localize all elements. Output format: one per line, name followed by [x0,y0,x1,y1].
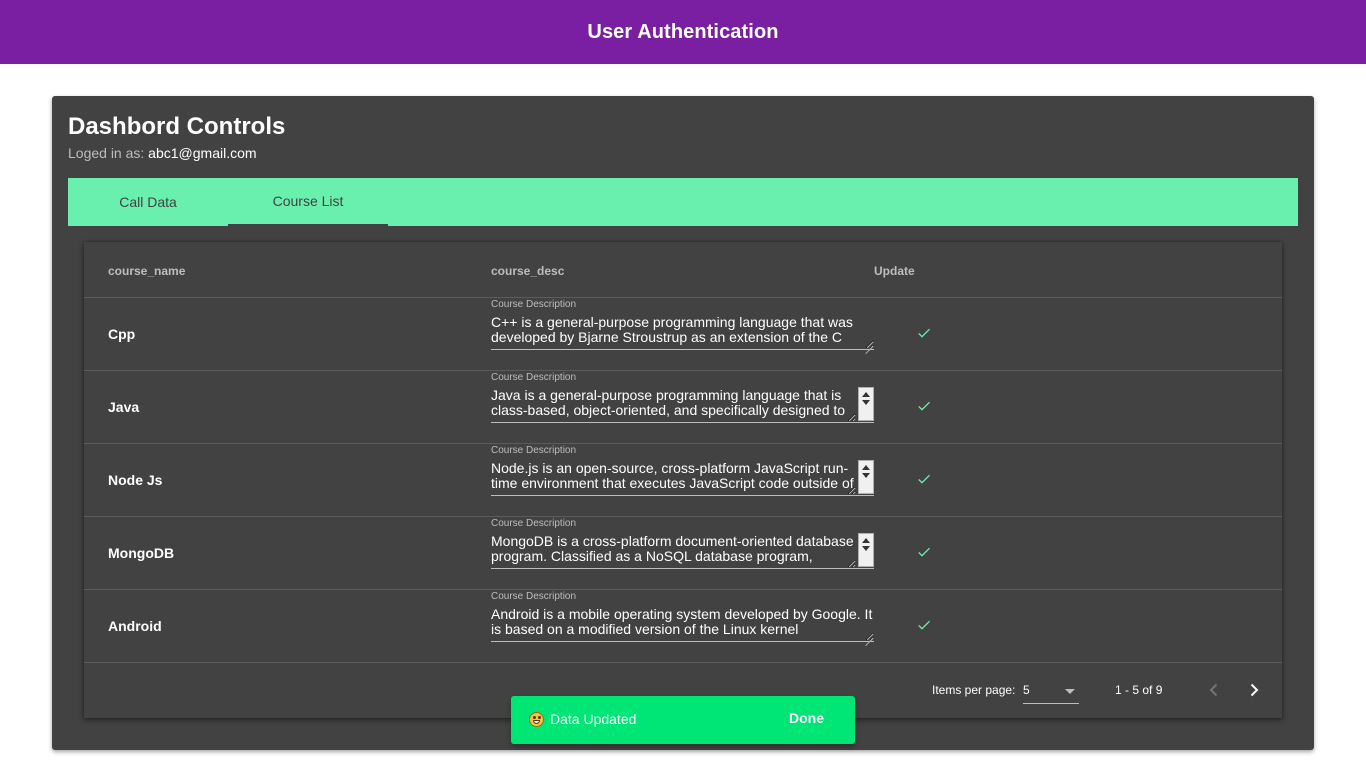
chevron-right-icon[interactable] [1236,674,1272,706]
course-name: Android [108,618,162,634]
items-per-page-value: 5 [1023,683,1030,697]
scroll-down-icon[interactable] [862,400,870,405]
top-toolbar: User Authentication [0,0,1366,64]
page-range: 1 - 5 of 9 [1115,683,1163,697]
field-label: Course Description [491,372,577,383]
check-icon[interactable] [916,398,932,414]
snackbar-done-button[interactable]: Done [789,710,824,726]
resize-handle-icon[interactable] [865,631,873,639]
user-email: abc1@gmail.com [148,145,257,161]
table-row: Node Js Course Description Node.js is an… [84,444,1282,517]
chevron-left-icon[interactable] [1196,674,1232,706]
scroll-down-icon[interactable] [862,546,870,551]
check-icon[interactable] [916,471,932,487]
items-per-page-select[interactable]: 5 [1023,678,1079,704]
scroll-down-icon[interactable] [862,473,870,478]
course-name: Cpp [108,326,136,342]
header-course-desc: course_desc [491,264,565,278]
course-desc-input[interactable]: C++ is a general-purpose programming lan… [491,312,874,349]
resize-handle-icon[interactable] [865,339,873,347]
course-desc-field: Java is a general-purpose programming la… [491,385,874,423]
app-title: User Authentication [587,20,779,43]
scrollbar-spinner[interactable] [858,533,874,567]
dropdown-arrow-icon [1065,689,1075,694]
snackbar: Data Updated Done [511,696,855,744]
scroll-up-icon[interactable] [862,392,870,397]
logged-in-label: Loged in as: [68,145,149,161]
field-label: Course Description [491,445,577,456]
table-row: MongoDB Course Description MongoDB is a … [84,517,1282,590]
table-row: Java Course Description Java is a genera… [84,371,1282,444]
tab-course-list[interactable]: Course List [228,178,388,226]
scrollbar-spinner[interactable] [858,460,874,494]
scroll-up-icon[interactable] [862,465,870,470]
grinning-face-icon [529,712,544,727]
check-icon[interactable] [916,325,932,341]
check-icon[interactable] [916,544,932,560]
items-per-page-label: Items per page: [932,683,1016,697]
dashboard-card: Dashbord Controls Loged in as: abc1@gmai… [52,96,1314,750]
course-table: course_name course_desc Update Cpp Cours… [84,242,1282,718]
check-icon[interactable] [916,617,932,633]
table-header: course_name course_desc Update [84,242,1282,298]
tab-bar: Call Data Course List [68,178,1298,226]
field-label: Course Description [491,591,577,602]
course-desc-input[interactable]: Java is a general-purpose programming la… [491,385,856,422]
header-course-name: course_name [108,264,186,278]
dashboard-title: Dashbord Controls [68,113,286,140]
scroll-up-icon[interactable] [862,538,870,543]
course-name: Java [108,399,140,415]
table-row: Android Course Description Android is a … [84,590,1282,663]
snackbar-message: Data Updated [550,711,637,727]
table-row: Cpp Course Description C++ is a general-… [84,298,1282,371]
course-desc-input[interactable]: MongoDB is a cross-platform document-ori… [491,531,856,568]
field-label: Course Description [491,299,577,310]
course-desc-field: C++ is a general-purpose programming lan… [491,312,874,350]
scrollbar-spinner[interactable] [858,387,874,421]
field-label: Course Description [491,518,577,529]
header-update: Update [874,264,915,278]
course-desc-input[interactable]: Android is a mobile operating system dev… [491,604,874,641]
course-desc-input[interactable]: Node.js is an open-source, cross-platfor… [491,458,856,495]
course-desc-field: Android is a mobile operating system dev… [491,604,874,642]
tab-call-data[interactable]: Call Data [68,178,228,226]
course-desc-field: MongoDB is a cross-platform document-ori… [491,531,874,569]
course-name: MongoDB [108,545,175,561]
logged-in-line: Loged in as: abc1@gmail.com [68,145,257,161]
course-name: Node Js [108,472,163,488]
course-desc-field: Node.js is an open-source, cross-platfor… [491,458,874,496]
